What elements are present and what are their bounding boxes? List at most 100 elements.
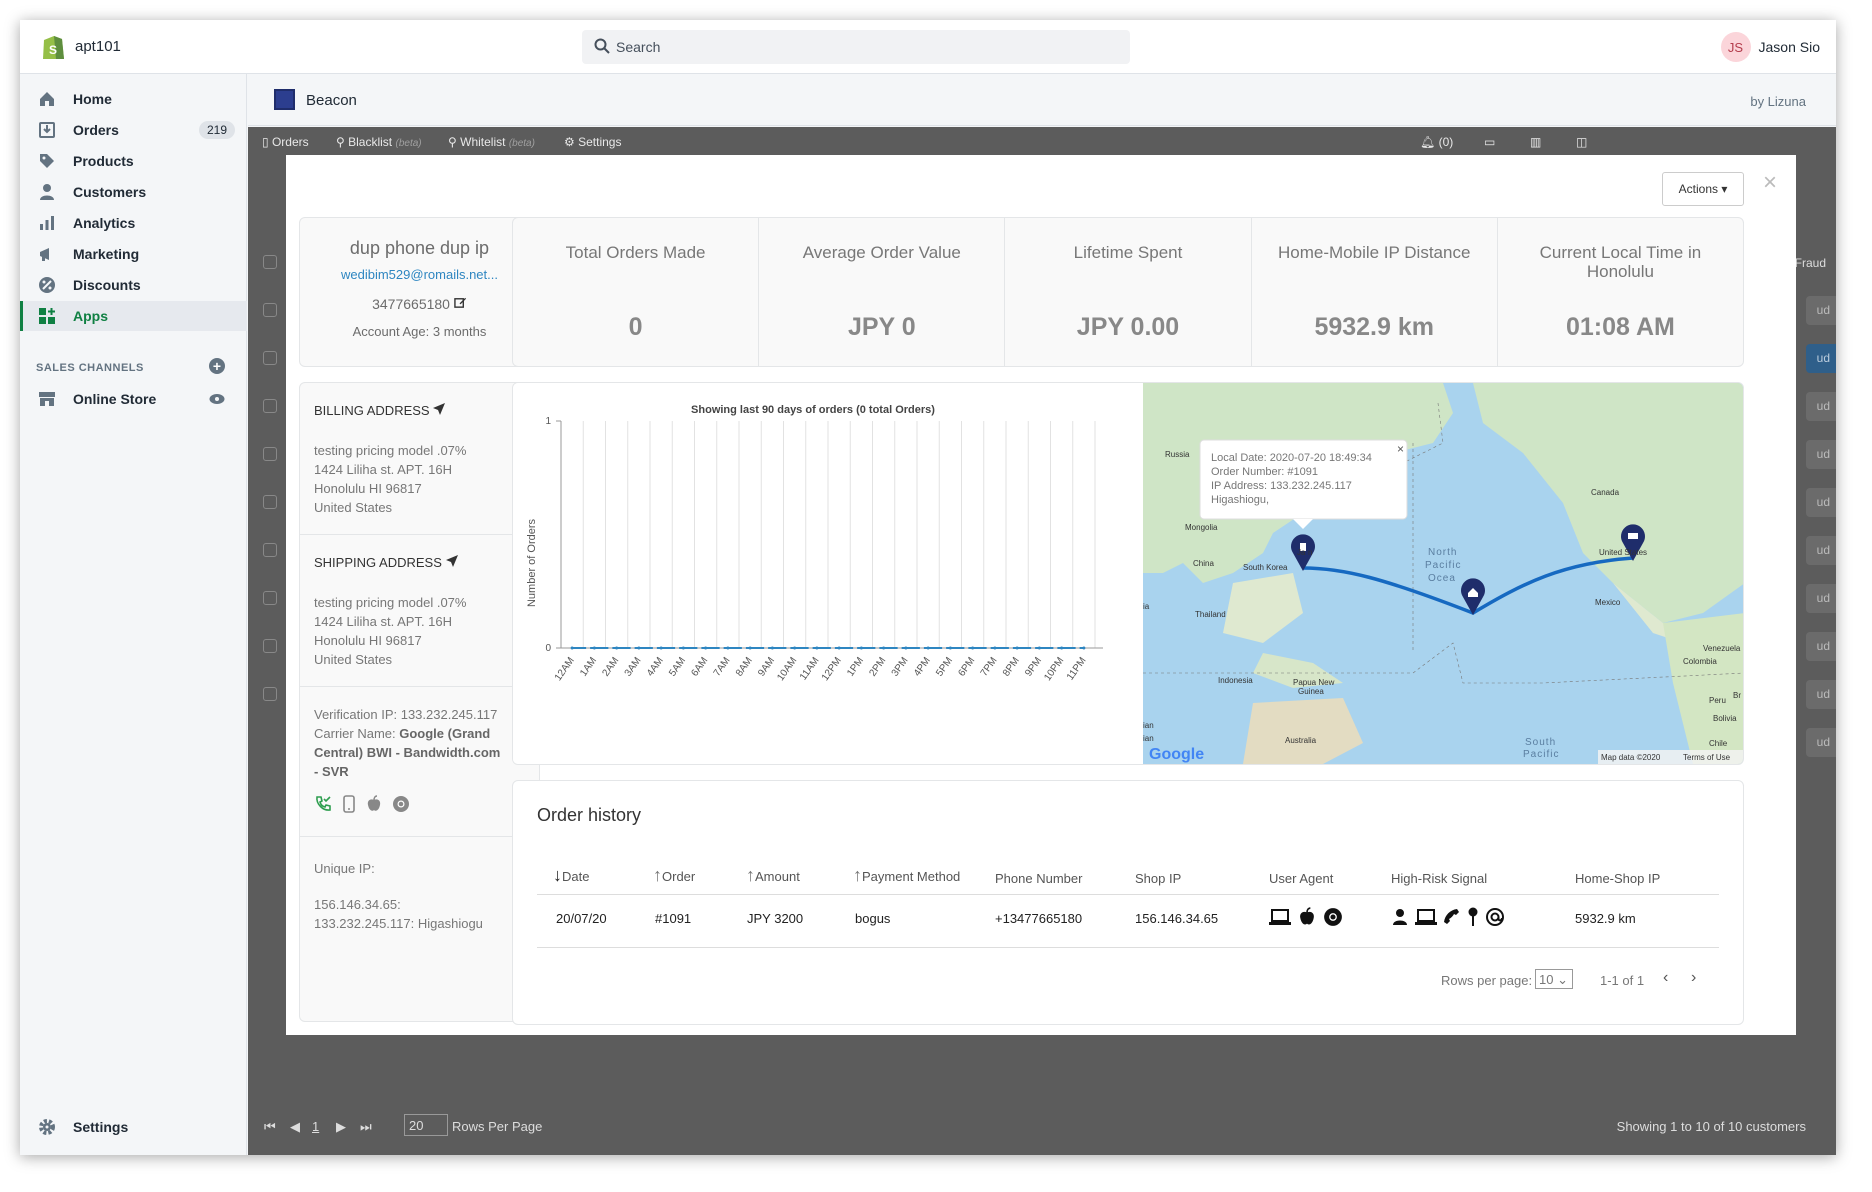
row-checkbox[interactable]: [263, 543, 277, 557]
map-label: Indonesia: [1218, 676, 1253, 685]
ip-map[interactable]: Russia Mongolia China South Korea Ja n T…: [1143, 383, 1743, 764]
store-name[interactable]: apt101: [75, 38, 121, 55]
tab-settings[interactable]: ⚙ Settings: [564, 135, 621, 149]
sidebar-item-discounts[interactable]: Discounts: [20, 270, 247, 300]
first-page-icon[interactable]: ⏮: [264, 1119, 276, 1135]
customer-email[interactable]: wedibim529@romails.net...: [300, 267, 539, 282]
location-arrow-icon[interactable]: [433, 403, 446, 415]
sidebar-item-home[interactable]: Home: [20, 84, 247, 114]
layout-icon[interactable]: ◫: [1576, 135, 1587, 149]
row-checkbox[interactable]: [263, 495, 277, 509]
chart-x-tick: 10AM: [775, 655, 799, 683]
next-page-icon[interactable]: ›: [1691, 969, 1696, 987]
add-channel-icon[interactable]: +: [209, 358, 225, 374]
table-footer: ⏮ ◀ 1 ▶ ⏭ 20 Rows Per Page Showing 1 to …: [248, 1112, 1836, 1142]
tab-whitelist[interactable]: ⚲ Whitelist (beta): [448, 135, 535, 149]
google-logo[interactable]: Google: [1149, 746, 1204, 763]
notifications-button[interactable]: 🔔︎ (0): [1420, 135, 1453, 149]
map-label: ian: [1143, 721, 1154, 730]
rows-per-page-input[interactable]: 20: [404, 1114, 448, 1136]
next-page-icon[interactable]: ▶: [336, 1119, 346, 1135]
unique-ip-title: Unique IP:: [314, 861, 375, 876]
row-checkbox[interactable]: [263, 303, 277, 317]
column-header-shop-ip[interactable]: Shop IP: [1135, 871, 1181, 886]
row-checkbox[interactable]: [263, 351, 277, 365]
mobile-icon: [343, 795, 355, 813]
fraud-tag[interactable]: ud: [1806, 488, 1836, 517]
stat-label: Total Orders Made: [565, 243, 706, 262]
fraud-tag[interactable]: ud: [1806, 440, 1836, 469]
fraud-tag[interactable]: ud: [1806, 632, 1836, 661]
map-label: United States: [1599, 548, 1647, 557]
row-checkbox[interactable]: [263, 255, 277, 269]
chart-x-tick: 10PM: [1042, 655, 1066, 683]
cell-order[interactable]: #1091: [655, 911, 691, 926]
actions-dropdown[interactable]: Actions ▾: [1662, 172, 1744, 206]
tab-orders[interactable]: ▯ Orders: [262, 135, 309, 149]
map-label: South Korea: [1243, 563, 1288, 572]
column-header-amount[interactable]: ↑Amount: [746, 865, 800, 886]
fraud-tag[interactable]: ud: [1806, 296, 1836, 325]
column-header-risk-signal[interactable]: High-Risk Signal: [1391, 871, 1487, 886]
fraud-tag[interactable]: ud: [1806, 584, 1836, 613]
fraud-tag[interactable]: ud: [1806, 680, 1836, 709]
row-checkbox[interactable]: [263, 447, 277, 461]
column-header-order[interactable]: ↑Order: [653, 865, 695, 886]
fraud-tag[interactable]: ud: [1806, 728, 1836, 757]
column-header-payment[interactable]: ↑Payment Method: [853, 865, 960, 886]
apple-icon: [1300, 907, 1314, 925]
book-icon[interactable]: ▥: [1530, 135, 1541, 149]
fraud-tag[interactable]: ud: [1806, 536, 1836, 565]
map-terms-link[interactable]: Terms of Use: [1683, 753, 1731, 762]
sidebar-item-marketing[interactable]: Marketing: [20, 239, 247, 269]
apps-icon: [39, 308, 55, 324]
location-arrow-icon[interactable]: [445, 555, 458, 567]
edit-icon[interactable]: [454, 296, 467, 309]
column-header-date[interactable]: ↓Date: [553, 865, 589, 886]
prev-page-icon[interactable]: ◀: [290, 1119, 300, 1135]
pagination-range: 1-1 of 1: [1600, 973, 1645, 988]
chart-x-tick: 8AM: [734, 655, 755, 678]
eye-icon[interactable]: [209, 393, 225, 405]
sidebar-item-settings[interactable]: Settings: [20, 1112, 247, 1142]
row-checkbox[interactable]: [263, 399, 277, 413]
chart-x-tick: 12AM: [553, 655, 577, 683]
carrier-name: Central) BWI - Bandwidth.com: [314, 745, 501, 760]
sidebar-item-customers[interactable]: Customers: [20, 177, 247, 207]
row-checkbox[interactable]: [263, 639, 277, 653]
tab-blacklist[interactable]: ⚲ Blacklist (beta): [336, 135, 422, 149]
chart-point: [1082, 646, 1086, 650]
chart-point: [971, 646, 975, 650]
fraud-tag[interactable]: ud: [1806, 392, 1836, 421]
chart-point: [859, 646, 863, 650]
prev-page-icon[interactable]: ‹: [1663, 969, 1668, 987]
chat-icon[interactable]: ▭: [1484, 135, 1495, 149]
popup-close-icon[interactable]: ×: [1397, 442, 1404, 456]
column-header-phone[interactable]: Phone Number: [995, 871, 1082, 886]
row-checkbox[interactable]: [263, 591, 277, 605]
sidebar-item-apps[interactable]: Apps: [20, 301, 247, 331]
beacon-logo-icon: [274, 89, 295, 110]
shipping-title-text: SHIPPING ADDRESS: [314, 555, 442, 570]
search-input[interactable]: Search: [582, 30, 1130, 64]
divider: [537, 947, 1719, 948]
sidebar-item-orders[interactable]: Orders 219: [20, 115, 247, 145]
showing-count: Showing 1 to 10 of 10 customers: [1616, 1119, 1806, 1134]
sidebar-item-online-store[interactable]: Online Store: [20, 384, 247, 414]
stat-local-time: Current Local Time in Honolulu 01:08 AM: [1498, 218, 1743, 366]
fraud-tag[interactable]: ud: [1806, 344, 1836, 373]
chart-x-tick: 9PM: [1023, 655, 1044, 678]
last-page-icon[interactable]: ⏭: [360, 1119, 372, 1135]
top-bar: S apt101 Search JS Jason Sio: [20, 20, 1836, 74]
user-menu[interactable]: JS Jason Sio: [1720, 31, 1820, 63]
column-header-user-agent[interactable]: User Agent: [1269, 871, 1333, 886]
shopify-logo-icon[interactable]: S: [40, 33, 66, 61]
sidebar-item-analytics[interactable]: Analytics: [20, 208, 247, 238]
rows-per-page-select[interactable]: 10 ⌄: [1535, 969, 1573, 989]
close-icon[interactable]: ×: [1763, 169, 1777, 197]
sidebar-item-products[interactable]: Products: [20, 146, 247, 176]
sidebar-item-label: Settings: [73, 1119, 129, 1135]
column-header-home-shop-ip[interactable]: Home-Shop IP: [1575, 871, 1660, 886]
row-checkbox[interactable]: [263, 687, 277, 701]
chart-x-tick: 9AM: [756, 655, 777, 678]
